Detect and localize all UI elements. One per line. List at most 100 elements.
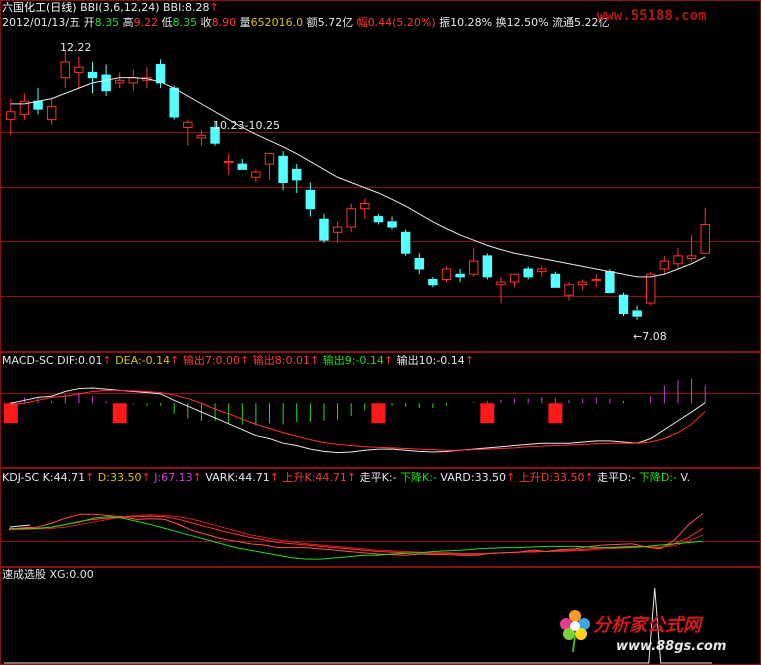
header.line1-seg-0: 六国化工(日线) xyxy=(2,1,77,14)
candle-body-41 xyxy=(564,284,574,296)
candle-body-23 xyxy=(319,218,329,241)
header.line2-seg-15: 振 xyxy=(439,16,451,29)
candle-body-2 xyxy=(33,100,43,110)
macd_header-seg-6: ↑ xyxy=(240,354,250,367)
header.line2-seg-18: 12.50% xyxy=(506,16,553,29)
macd_header-seg-8: ↑ xyxy=(309,354,320,367)
header.line2-seg-16: 10.28% xyxy=(450,16,496,29)
header.line2-seg-3: 高 xyxy=(122,16,134,29)
kdj_header-seg-1: K:44.71 xyxy=(42,471,86,484)
candle-body-8 xyxy=(115,79,125,84)
kdj_header-seg-17: 走平D:- xyxy=(593,471,636,484)
kdj-line-green xyxy=(9,516,703,560)
candle-body-7 xyxy=(101,74,111,92)
candle-body-4 xyxy=(60,61,70,79)
candle-body-24 xyxy=(332,226,343,233)
candle-body-13 xyxy=(183,121,193,128)
candle-body-25 xyxy=(346,208,356,228)
header.line2-seg-6: 8.35 xyxy=(172,16,201,29)
candle-body-46 xyxy=(632,310,642,317)
kdj_header-seg-16: ↑ xyxy=(584,471,594,484)
candle-body-34 xyxy=(469,260,479,275)
header.line2-seg-2: 8.35 xyxy=(94,16,123,29)
mid-range-label: 10.23-10.25 xyxy=(213,119,280,132)
macd_header-seg-1: DIF:0.01 xyxy=(57,354,103,367)
flower-logo-icon xyxy=(560,606,590,652)
high-price-label: 12.22 xyxy=(60,41,92,54)
candle-body-51 xyxy=(700,223,710,254)
header.line2-seg-0: 2012/01/13/五 xyxy=(2,16,84,29)
candle-body-17 xyxy=(237,163,247,170)
macd_header-seg-12: ↑ xyxy=(464,354,474,367)
header.line2-seg-12: 5.72亿 xyxy=(317,16,357,29)
xg_header-seg-0: 速成选股 xyxy=(2,568,50,581)
kdj_header-seg-5: J:67.13 xyxy=(150,471,193,484)
kdj_header-seg-13: VARD:33.50 xyxy=(436,471,507,484)
kdj_header-seg-7: VARK:44.71 xyxy=(201,471,270,484)
candle-body-20 xyxy=(278,155,288,184)
candle-body-31 xyxy=(428,278,438,286)
kdj_header-seg-8: ↑ xyxy=(269,471,279,484)
macd_header-seg-11: 输出10:-0.14 xyxy=(393,354,465,367)
header.line2-seg-11: 额 xyxy=(306,16,318,29)
kdj_header-seg-19: V. xyxy=(676,471,691,484)
kdj_header-seg-4: ↑ xyxy=(141,471,151,484)
candle-body-12 xyxy=(169,87,179,118)
header.line1-seg-1: BBI(3,6,12,24) xyxy=(76,1,163,14)
kdj-header: KDJ-SC K:44.71↑ D:33.50↑ J:67.13↑ VARK:4… xyxy=(2,472,690,484)
candle-body-47 xyxy=(646,273,656,304)
xg_header-seg-1: XG:0.00 xyxy=(49,568,94,581)
candle-body-18 xyxy=(251,171,261,178)
bbi-line xyxy=(10,77,706,278)
header.line2-seg-9: 量 xyxy=(239,16,251,29)
candle-body-16 xyxy=(223,161,234,164)
header.line1-seg-2: BBI:8.28 xyxy=(163,1,210,14)
candle-body-21 xyxy=(292,168,302,181)
header.line2-seg-14: 0.44(5.20%) xyxy=(367,16,440,29)
macd_header-seg-2: ↑ xyxy=(102,354,112,367)
header.line2-seg-8: 8.90 xyxy=(211,16,240,29)
candle-body-39 xyxy=(537,268,547,273)
candle-body-3 xyxy=(46,105,57,121)
header.line2-seg-19: 流通 xyxy=(552,16,575,29)
macd-signal-block-1 xyxy=(112,403,127,424)
candle-body-0 xyxy=(6,111,16,121)
macd_header-seg-0: MACD-SC xyxy=(2,354,58,367)
price-header-line1: 六国化工(日线) BBI(3,6,12,24) BBI:8.28↑ xyxy=(2,2,219,14)
watermark-site: www.55188.com xyxy=(597,8,707,24)
header.line2-seg-7: 收 xyxy=(200,16,212,29)
candle-body-11 xyxy=(155,64,166,84)
candle-body-5 xyxy=(74,66,84,73)
candle-body-37 xyxy=(509,273,520,283)
macd-signal-block-0 xyxy=(3,403,18,424)
macd-signal-block-4 xyxy=(548,403,563,424)
macd_header-seg-9: 输出9:-0.14 xyxy=(319,354,384,367)
low-price-label: ←7.08 xyxy=(633,330,667,343)
macd_header-seg-4: ↑ xyxy=(170,354,180,367)
candle-body-42 xyxy=(577,281,588,286)
candle-body-6 xyxy=(87,71,98,79)
kdj_header-seg-2: ↑ xyxy=(85,471,95,484)
macd_header-seg-5: 输出7:0.00 xyxy=(179,354,241,367)
macd-header: MACD-SC DIF:0.01↑ DEA:-0.14↑ 输出7:0.00↑ 输… xyxy=(2,355,474,367)
header.line2-seg-4: 9.22 xyxy=(133,16,162,29)
candle-body-48 xyxy=(659,260,670,270)
candle-body-36 xyxy=(496,281,506,286)
candle-body-43 xyxy=(591,278,601,282)
logo-url: www.88gs.com xyxy=(616,639,727,654)
candle-body-29 xyxy=(400,231,411,254)
candle-body-44 xyxy=(605,271,615,294)
macd_header-seg-3: DEA:-0.14 xyxy=(111,354,171,367)
candle-body-19 xyxy=(264,153,275,165)
candle-body-30 xyxy=(414,258,424,270)
candle-body-32 xyxy=(441,268,452,280)
header.line2-seg-1: 开 xyxy=(83,16,95,29)
macd_header-seg-7: 输出8:0.01 xyxy=(249,354,310,367)
candle-body-35 xyxy=(482,255,493,278)
candle-body-33 xyxy=(455,273,465,278)
macd-signal-block-2 xyxy=(371,403,386,424)
kdj_header-seg-12: 下降K:- xyxy=(396,471,437,484)
candle-body-9 xyxy=(128,77,139,84)
header.line2-seg-5: 低 xyxy=(161,16,173,29)
kdj_header-seg-6: ↑ xyxy=(192,471,202,484)
